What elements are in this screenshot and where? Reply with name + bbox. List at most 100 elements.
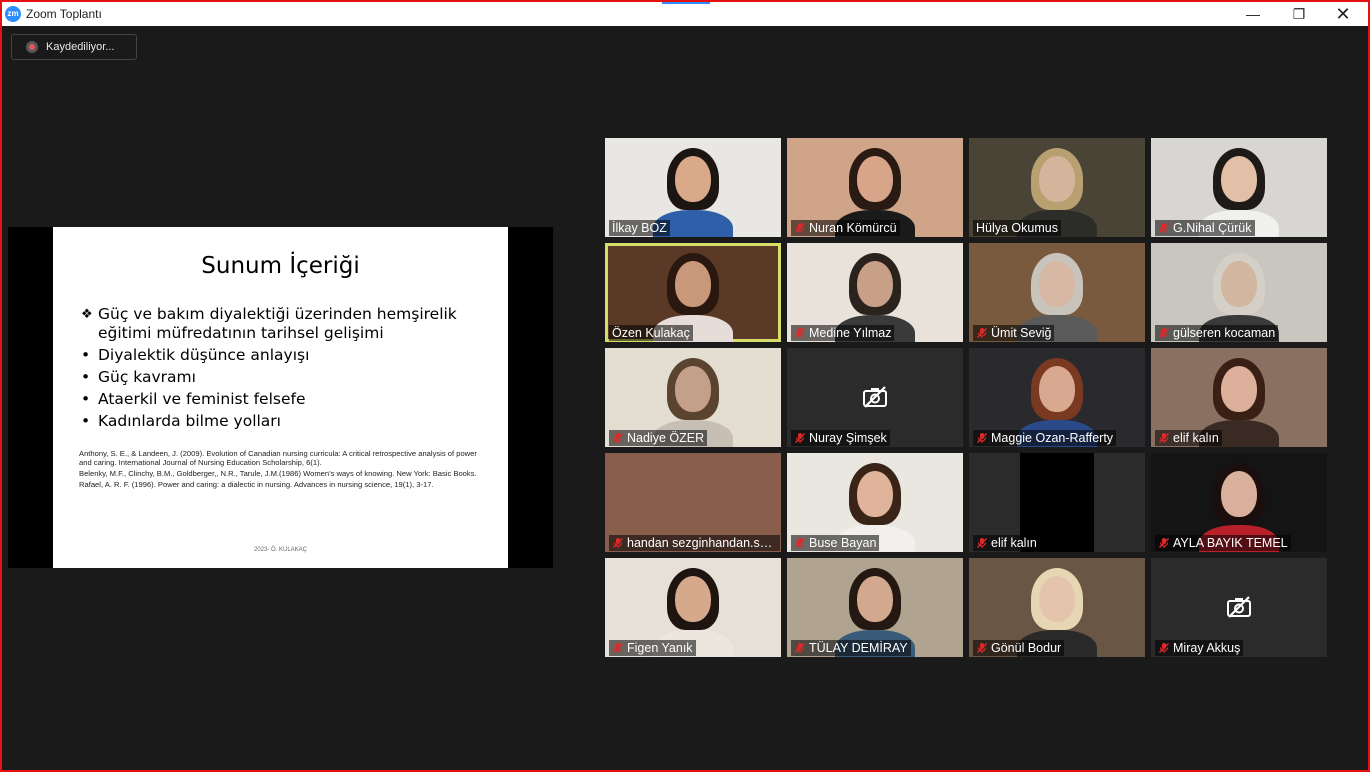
- zoom-logo-icon: zm: [5, 6, 21, 22]
- participant-name: handan sezginhandan.sezgin: [609, 535, 780, 551]
- muted-mic-icon: [1158, 642, 1170, 654]
- reference: Belenky, M.F., Clinchy, B.M., Goldberger…: [79, 469, 477, 478]
- slide-bullet: Diyalektik düşünce anlayışı: [81, 346, 491, 365]
- close-button[interactable]: ✕: [1320, 2, 1366, 26]
- participant-name-text: İlkay BOZ: [612, 221, 667, 235]
- participant-tile[interactable]: Nadiye ÖZER: [605, 348, 781, 447]
- participant-name-text: Buse Bayan: [809, 536, 877, 550]
- muted-mic-icon: [976, 327, 988, 339]
- reference: Anthony, S. E., & Landeen, J. (2009). Ev…: [79, 449, 477, 467]
- participant-name-text: AYLA BAYIK TEMEL: [1173, 536, 1288, 550]
- participant-name: Figen Yanık: [609, 640, 696, 656]
- recording-indicator[interactable]: Kaydediliyor...: [11, 34, 137, 60]
- participant-name: İlkay BOZ: [609, 220, 670, 236]
- participant-tile[interactable]: Nuray Şimşek: [787, 348, 963, 447]
- participant-tile[interactable]: Maggie Ozan-Rafferty: [969, 348, 1145, 447]
- participant-tile[interactable]: elif kalın: [1151, 348, 1327, 447]
- participant-name: gülseren kocaman: [1155, 325, 1279, 341]
- participant-name: Nadiye ÖZER: [609, 430, 708, 446]
- muted-mic-icon: [612, 537, 624, 549]
- shared-screen[interactable]: Sunum İçeriği Güç ve bakım diyalektiği ü…: [8, 227, 553, 568]
- participant-tile[interactable]: Hülya Okumus: [969, 138, 1145, 237]
- participant-tile[interactable]: Miray Akkuş: [1151, 558, 1327, 657]
- muted-mic-icon: [976, 432, 988, 444]
- participant-name-text: handan sezginhandan.sezgin: [627, 536, 780, 550]
- zoom-window: zm Zoom Toplantı — ❐ ✕ Kaydediliyor... S…: [0, 0, 1370, 772]
- slide-bullet: Güç ve bakım diyalektiği üzerinden hemşi…: [81, 305, 491, 343]
- participant-name: Buse Bayan: [791, 535, 880, 551]
- participant-name-text: elif kalın: [1173, 431, 1219, 445]
- muted-mic-icon: [794, 537, 806, 549]
- participant-name-text: Maggie Ozan-Rafferty: [991, 431, 1114, 445]
- minimize-button[interactable]: —: [1230, 2, 1276, 26]
- presentation-slide: Sunum İçeriği Güç ve bakım diyalektiği ü…: [53, 227, 508, 568]
- muted-mic-icon: [794, 222, 806, 234]
- participant-tile[interactable]: Medine Yılmaz: [787, 243, 963, 342]
- participant-name-text: gülseren kocaman: [1173, 326, 1276, 340]
- slide-bullet-list: Güç ve bakım diyalektiği üzerinden hemşi…: [81, 305, 491, 434]
- title-bar: zm Zoom Toplantı — ❐ ✕: [2, 2, 1368, 26]
- participant-name: Miray Akkuş: [1155, 640, 1244, 656]
- slide-bullet: Güç kavramı: [81, 368, 491, 387]
- restore-button[interactable]: ❐: [1276, 2, 1322, 26]
- participant-name-text: Gönül Bodur: [991, 641, 1062, 655]
- participant-name-text: Miray Akkuş: [1173, 641, 1241, 655]
- participant-name: Hülya Okumus: [973, 220, 1061, 236]
- participant-name: Ümit Seviğ: [973, 325, 1055, 341]
- participant-tile[interactable]: Gönül Bodur: [969, 558, 1145, 657]
- participant-name: G.Nihal Çürük: [1155, 220, 1255, 236]
- slide-references: Anthony, S. E., & Landeen, J. (2009). Ev…: [79, 449, 489, 491]
- participant-tile[interactable]: handan sezginhandan.sezgin: [605, 453, 781, 552]
- muted-mic-icon: [1158, 537, 1170, 549]
- slide-title: Sunum İçeriği: [201, 253, 360, 279]
- muted-mic-icon: [1158, 327, 1170, 339]
- participant-tile[interactable]: Ümit Seviğ: [969, 243, 1145, 342]
- record-icon: [26, 41, 38, 53]
- participant-name: Medine Yılmaz: [791, 325, 895, 341]
- participant-name: Gönül Bodur: [973, 640, 1065, 656]
- participant-tile[interactable]: gülseren kocaman: [1151, 243, 1327, 342]
- slide-bullet: Ataerkil ve feminist felsefe: [81, 390, 491, 409]
- participant-name: elif kalın: [973, 535, 1040, 551]
- muted-mic-icon: [794, 642, 806, 654]
- muted-mic-icon: [976, 537, 988, 549]
- participant-tile[interactable]: TÜLAY DEMİRAY: [787, 558, 963, 657]
- camera-off-icon: [1225, 595, 1253, 619]
- participant-tile[interactable]: G.Nihal Çürük: [1151, 138, 1327, 237]
- participant-name-text: Figen Yanık: [627, 641, 693, 655]
- muted-mic-icon: [612, 642, 624, 654]
- recording-label: Kaydediliyor...: [46, 41, 115, 53]
- slide-bullet: Kadınlarda bilme yolları: [81, 412, 491, 431]
- participant-tile[interactable]: elif kalın: [969, 453, 1145, 552]
- muted-mic-icon: [1158, 432, 1170, 444]
- participant-name-text: Medine Yılmaz: [809, 326, 892, 340]
- muted-mic-icon: [1158, 222, 1170, 234]
- participant-name-text: Nuran Kömürcü: [809, 221, 897, 235]
- participant-name-text: Ümit Seviğ: [991, 326, 1052, 340]
- muted-mic-icon: [976, 642, 988, 654]
- participant-tile[interactable]: Nuran Kömürcü: [787, 138, 963, 237]
- muted-mic-icon: [794, 432, 806, 444]
- participant-name: Özen Kulakaç: [609, 325, 693, 341]
- participant-name-text: Özen Kulakaç: [612, 326, 690, 340]
- participant-name: TÜLAY DEMİRAY: [791, 640, 911, 656]
- participant-name: elif kalın: [1155, 430, 1222, 446]
- reference: Rafael, A. R. F. (1996). Power and carin…: [79, 480, 434, 489]
- participant-name-text: Hülya Okumus: [976, 221, 1058, 235]
- participant-tile[interactable]: İlkay BOZ: [605, 138, 781, 237]
- camera-off-icon: [861, 385, 889, 409]
- participant-tile[interactable]: AYLA BAYIK TEMEL: [1151, 453, 1327, 552]
- muted-mic-icon: [794, 327, 806, 339]
- participant-tile[interactable]: Figen Yanık: [605, 558, 781, 657]
- muted-mic-icon: [612, 432, 624, 444]
- window-title: Zoom Toplantı: [26, 7, 102, 21]
- participant-gallery: İlkay BOZ Nuran Kömürcü Hülya Okumus G.Niha…: [605, 138, 1328, 658]
- participant-name-text: elif kalın: [991, 536, 1037, 550]
- participant-name: Nuran Kömürcü: [791, 220, 900, 236]
- participant-name-text: Nuray Şimşek: [809, 431, 887, 445]
- participant-tile[interactable]: Özen Kulakaç: [605, 243, 781, 342]
- participant-tile[interactable]: Buse Bayan: [787, 453, 963, 552]
- participant-name-text: G.Nihal Çürük: [1173, 221, 1252, 235]
- title-accent: [662, 2, 710, 4]
- slide-footer: 2023- Ö. KULAKAÇ: [253, 547, 308, 553]
